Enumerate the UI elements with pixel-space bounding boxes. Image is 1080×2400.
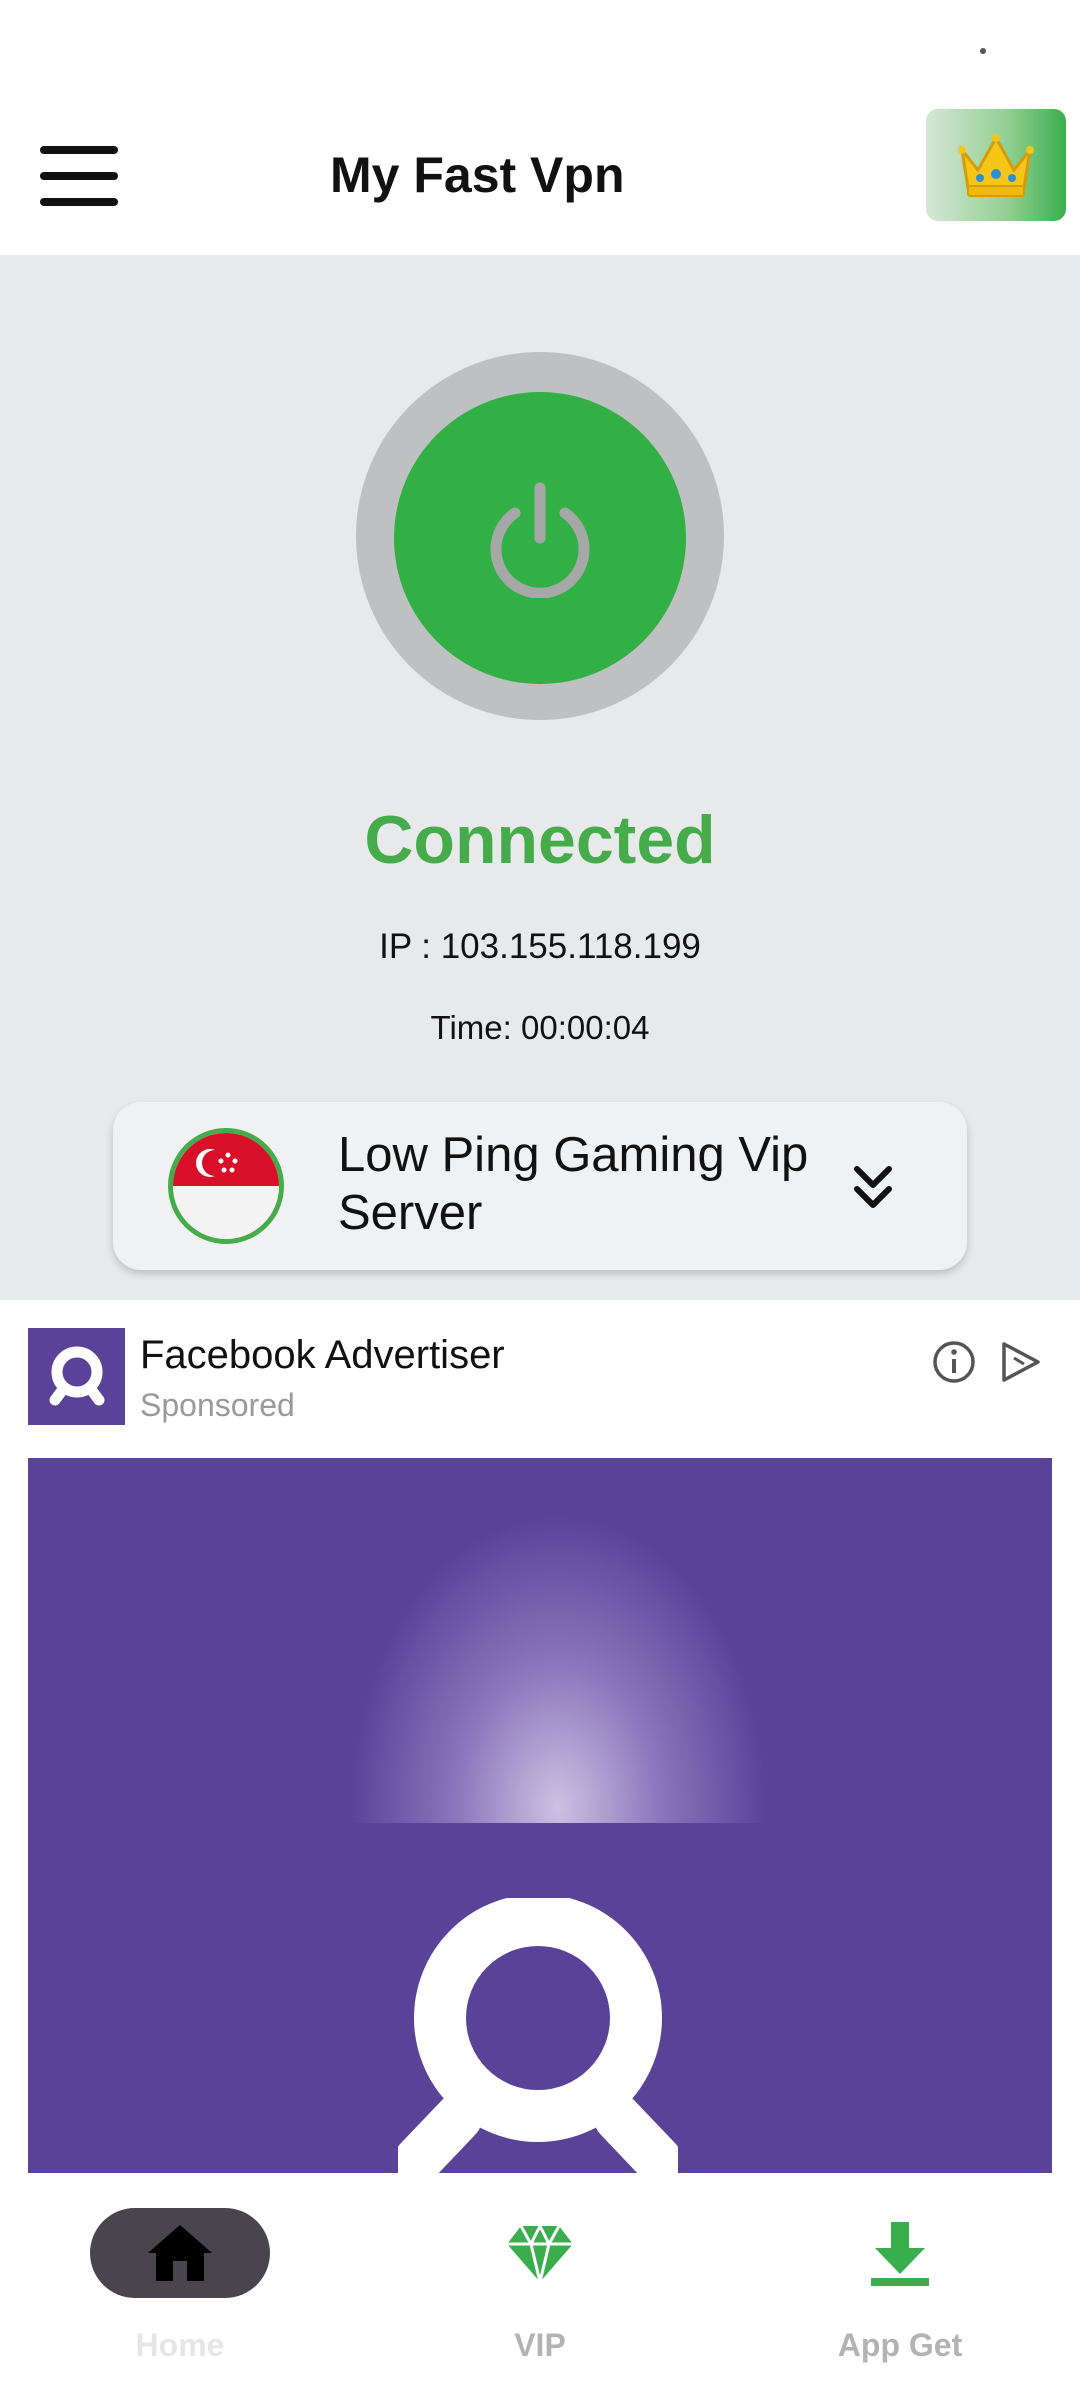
selected-indicator <box>90 2208 270 2298</box>
hamburger-menu-icon[interactable] <box>40 131 130 221</box>
connection-status: Connected <box>364 802 716 878</box>
advertiser-logo <box>28 1328 125 1425</box>
advertiser-name[interactable]: Facebook Advertiser <box>140 1330 740 1380</box>
double-chevron-down-icon <box>854 1166 892 1208</box>
power-icon <box>490 482 590 598</box>
ad-banner: Facebook Advertiser Sponsored <box>0 1300 1080 2173</box>
nav-label-vip: VIP <box>514 2327 566 2363</box>
power-button[interactable] <box>394 392 686 684</box>
bottom-navigation: Home VIP App Get <box>0 2173 1080 2400</box>
ad-glow-shape <box>348 1513 768 1823</box>
connection-timer: Time: 00:00:04 <box>430 1009 650 1046</box>
diamond-icon <box>507 2225 573 2283</box>
nav-item-vip[interactable]: VIP <box>390 2173 690 2400</box>
ad-large-logo <box>398 1898 678 2173</box>
download-icon <box>871 2222 929 2286</box>
info-icon[interactable] <box>930 1338 978 1386</box>
app-bar: My Fast Vpn <box>0 95 1080 255</box>
sponsored-label: Sponsored <box>140 1387 295 1423</box>
home-icon <box>148 2225 212 2281</box>
nav-label-app-get: App Get <box>837 2327 963 2363</box>
nav-label-home: Home <box>135 2327 225 2363</box>
crown-icon <box>958 134 1034 197</box>
status-indicator <box>980 48 986 54</box>
adchoices-icon[interactable] <box>996 1338 1044 1386</box>
server-name: Low Ping Gaming Vip Server <box>338 1128 809 1240</box>
nav-item-app-get[interactable]: App Get <box>750 2173 1050 2400</box>
server-selector[interactable]: Low Ping Gaming Vip Server <box>113 1102 967 1270</box>
status-bar <box>0 0 1080 95</box>
premium-button[interactable] <box>926 109 1066 221</box>
app-title: My Fast Vpn <box>330 147 625 203</box>
ad-media-image[interactable] <box>28 1458 1052 2173</box>
connection-panel: Connected IP : 103.155.118.199 Time: 00:… <box>0 255 1080 1300</box>
ip-address: IP : 103.155.118.199 <box>379 927 701 966</box>
singapore-flag-icon <box>168 1128 284 1244</box>
nav-item-home[interactable]: Home <box>30 2173 330 2400</box>
